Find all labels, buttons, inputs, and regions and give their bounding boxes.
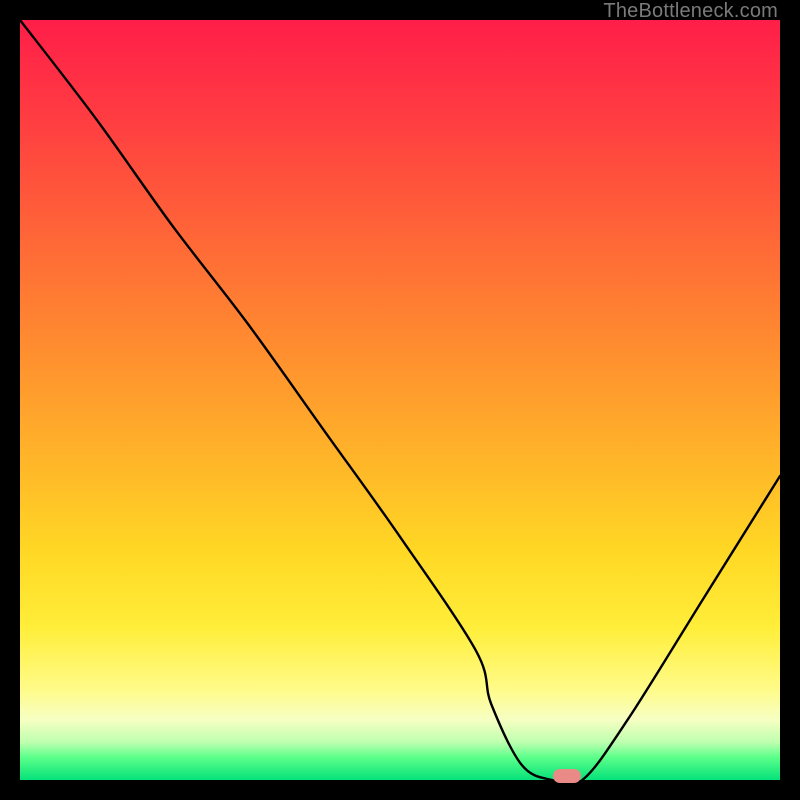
bottleneck-curve: [20, 20, 780, 780]
plot-area: [20, 20, 780, 780]
chart-frame: TheBottleneck.com: [0, 0, 800, 800]
optimum-marker: [553, 769, 581, 783]
